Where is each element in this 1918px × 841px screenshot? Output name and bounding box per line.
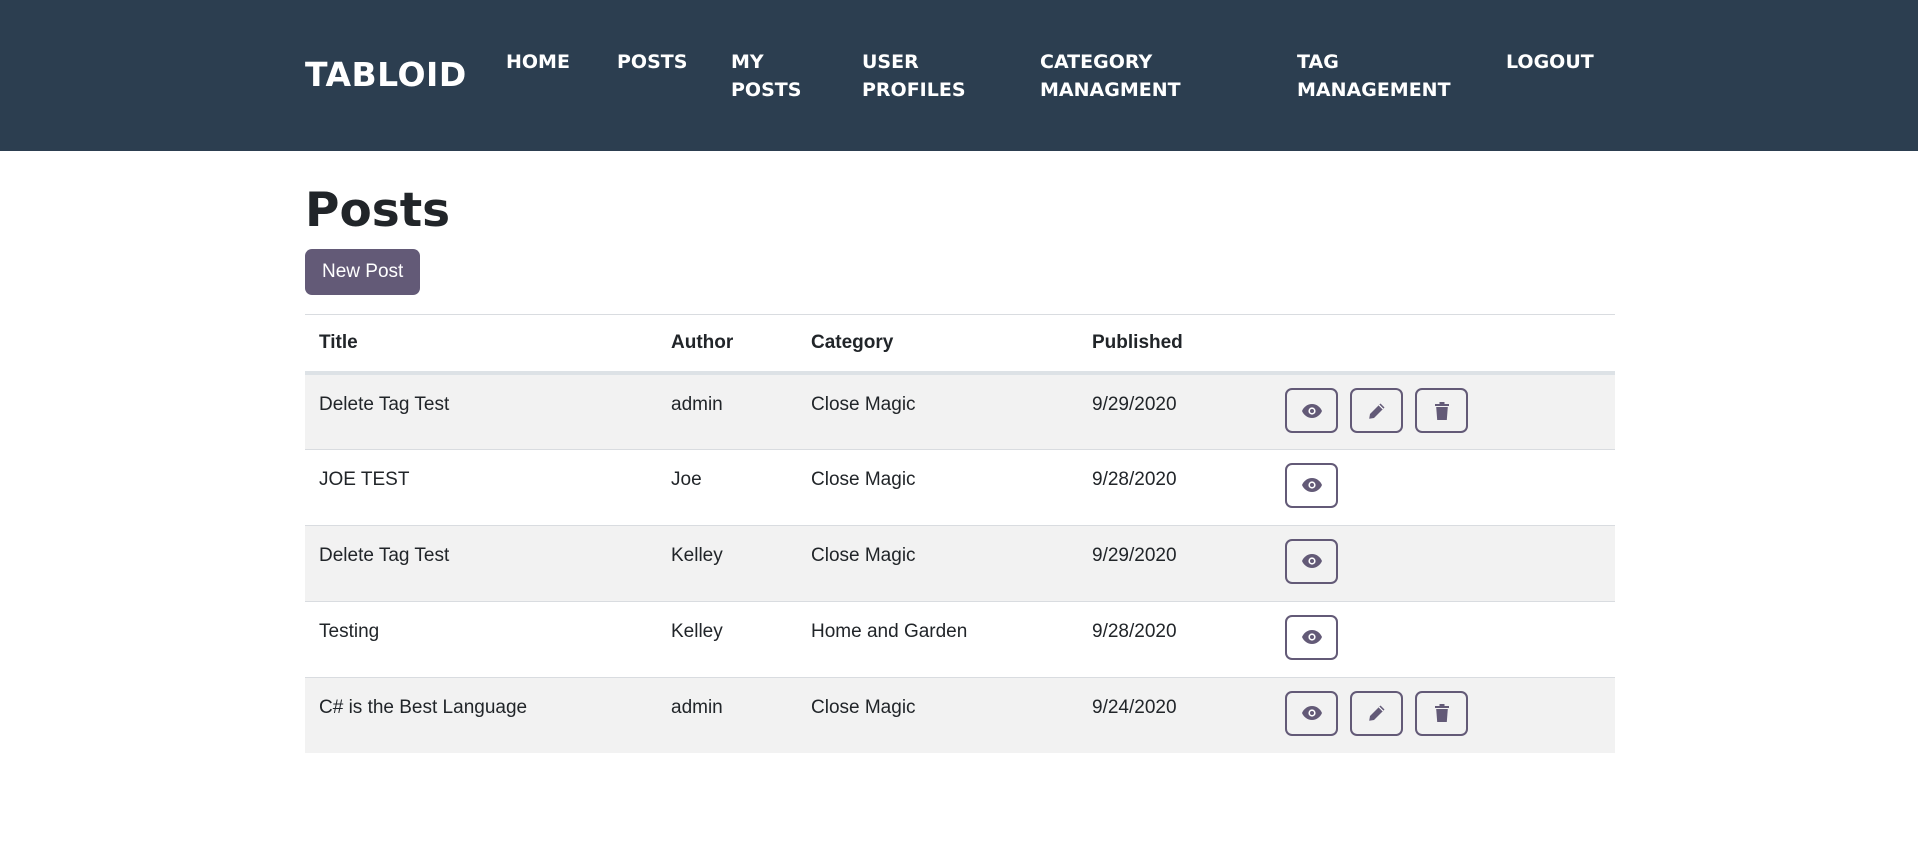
page-title: Posts — [305, 183, 451, 238]
navbar: TABLOID HOME POSTS MY POSTS USER PROFILE… — [0, 0, 1918, 151]
nav-user-profiles-label-line2: PROFILES — [862, 79, 966, 101]
cell-published: 9/28/2020 — [1078, 448, 1271, 525]
cell-actions — [1271, 524, 1615, 601]
cell-title: Testing — [305, 600, 657, 677]
posts-table: Title Author Category Published Delete T… — [305, 314, 1615, 753]
cell-title: Delete Tag Test — [305, 524, 657, 601]
nav-logout[interactable]: LOGOUT — [1506, 48, 1594, 76]
nav-my-posts[interactable]: MY POSTS — [731, 48, 801, 104]
cell-actions — [1271, 600, 1615, 677]
nav-my-posts-label-line2: POSTS — [731, 79, 802, 101]
nav-my-posts-label-line1: MY — [731, 51, 764, 73]
cell-actions — [1271, 676, 1615, 753]
header-category: Category — [797, 314, 1078, 375]
nav-tag-management-label-line1: TAG — [1297, 51, 1339, 73]
view-button[interactable] — [1285, 690, 1338, 736]
table-body: Delete Tag Test admin Close Magic 9/29/2020… — [305, 372, 1615, 753]
nav-category-management-label-line2: MANAGMENT — [1040, 79, 1181, 101]
cell-author: admin — [657, 372, 797, 449]
header-title: Title — [305, 314, 657, 375]
cell-category: Close Magic — [797, 524, 1078, 601]
cell-category: Close Magic — [797, 676, 1078, 753]
new-post-button[interactable]: New Post — [305, 249, 421, 295]
cell-title: Delete Tag Test — [305, 372, 657, 449]
nav-user-profiles[interactable]: USER PROFILES — [862, 48, 966, 104]
cell-actions — [1271, 372, 1615, 449]
nav-home-label: HOME — [506, 51, 570, 73]
cell-author: admin — [657, 676, 797, 753]
cell-actions — [1271, 448, 1615, 525]
cell-category: Home and Garden — [797, 600, 1078, 677]
cell-category: Close Magic — [797, 372, 1078, 449]
edit-button[interactable] — [1350, 388, 1403, 433]
nav-home[interactable]: HOME — [506, 48, 570, 76]
cell-author: Kelley — [657, 600, 797, 677]
nav-logout-label: LOGOUT — [1506, 51, 1594, 73]
cell-title: JOE TEST — [305, 448, 657, 525]
edit-button[interactable] — [1350, 690, 1403, 736]
header-actions — [1271, 314, 1615, 375]
nav-posts-label: POSTS — [617, 51, 688, 73]
delete-button[interactable] — [1415, 388, 1468, 433]
nav-category-management[interactable]: CATEGORY MANAGMENT — [1040, 48, 1181, 104]
header-published: Published — [1078, 314, 1271, 375]
cell-published: 9/29/2020 — [1078, 372, 1271, 449]
table-row: Testing Kelley Home and Garden 9/28/2020 — [305, 600, 1615, 677]
cell-published: 9/28/2020 — [1078, 600, 1271, 677]
view-button[interactable] — [1285, 538, 1338, 584]
header-author: Author — [657, 314, 797, 375]
cell-author: Kelley — [657, 524, 797, 601]
nav-tag-management-label-line2: MANAGEMENT — [1297, 79, 1451, 101]
cell-category: Close Magic — [797, 448, 1078, 525]
cell-title: C# is the Best Language — [305, 676, 657, 753]
table-row: JOE TEST Joe Close Magic 9/28/2020 — [305, 448, 1615, 525]
table-row: Delete Tag Test Kelley Close Magic 9/29/202… — [305, 524, 1615, 601]
brand-logo[interactable]: TABLOID — [305, 55, 467, 94]
nav-user-profiles-label-line1: USER — [862, 51, 919, 73]
view-button[interactable] — [1285, 388, 1338, 433]
cell-published: 9/29/2020 — [1078, 524, 1271, 601]
table-row: C# is the Best Language admin Close Magic 9… — [305, 676, 1615, 753]
view-button[interactable] — [1285, 614, 1338, 660]
nav-posts[interactable]: POSTS — [617, 48, 687, 76]
table-row: Delete Tag Test admin Close Magic 9/29/2020 — [305, 372, 1615, 449]
cell-author: Joe — [657, 448, 797, 525]
table-header-row: Title Author Category Published — [305, 314, 1615, 375]
view-button[interactable] — [1285, 462, 1338, 508]
delete-button[interactable] — [1415, 690, 1468, 736]
cell-published: 9/24/2020 — [1078, 676, 1271, 753]
nav-tag-management[interactable]: TAG MANAGEMENT — [1297, 48, 1451, 104]
nav-category-management-label-line1: CATEGORY — [1040, 51, 1153, 73]
